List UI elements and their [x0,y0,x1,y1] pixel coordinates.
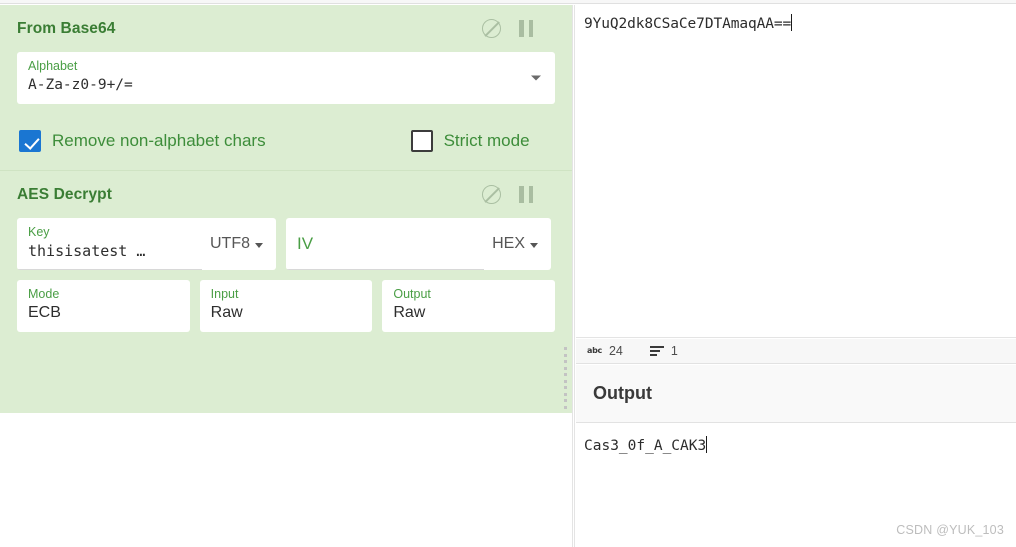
cyberchef-window: From Base64 Alphabet A-Za-z0-9+/= Remove… [0,0,1016,547]
alphabet-value: A-Za-z0-9+/= [28,77,133,93]
remove-non-alphabet-label: Remove non-alphabet chars [52,131,266,150]
iv-field[interactable]: IV HEX [286,218,551,270]
output-textarea[interactable]: Cas3_0f_A_CAK3 [576,424,708,454]
operation-title: From Base64 [17,19,116,37]
input-caret [791,14,793,31]
key-input[interactable]: Key thisisatest … [17,218,202,270]
checkbox-row: Remove non-alphabet chars Strict mode [17,130,555,152]
output-title: Output [593,383,652,403]
pause-icon[interactable] [519,20,533,37]
watermark: CSDN @YUK_103 [896,523,1004,537]
output-header: Output [576,365,1016,423]
alphabet-field[interactable]: Alphabet A-Za-z0-9+/= [17,52,555,104]
mode-field[interactable]: Mode ECB [17,280,190,332]
key-encoding-dropdown[interactable]: UTF8 [202,218,276,270]
recipe-resize-handle[interactable] [564,347,567,409]
input-textarea[interactable]: 9YuQ2dk8CSaCe7DTAmaqAA== [576,5,793,32]
key-label: Key [28,225,50,239]
top-strip [0,0,1016,4]
vertical-splitter[interactable] [572,5,575,547]
remove-non-alphabet-checkbox[interactable]: Remove non-alphabet chars [19,130,266,152]
input-format-value: Raw [210,304,243,321]
mode-label: Mode [28,287,60,301]
operation-aes-decrypt[interactable]: AES Decrypt Key thisisatest … UTF8 IV HE… [0,170,572,350]
checkbox-icon-unchecked[interactable] [410,130,433,152]
mode-input-output-row: Mode ECB Input Raw Output Raw [17,280,556,332]
input-status-bar: abc 24 1 [576,339,1016,364]
pause-icon[interactable] [519,186,533,203]
length-value: 24 [608,344,623,358]
output-caret [706,436,708,453]
lines-value: 1 [670,344,678,358]
chevron-down-icon [255,243,263,248]
input-format-field[interactable]: Input Raw [199,280,373,332]
mode-value: ECB [28,304,61,321]
lines-icon [649,346,664,356]
input-format-label: Input [210,287,239,301]
chevron-down-icon[interactable] [531,75,541,81]
alphabet-label: Alphabet [28,59,78,73]
strict-mode-label: Strict mode [443,131,530,150]
output-format-label: Output [393,287,431,301]
lines-status: 1 [649,344,678,358]
key-field[interactable]: Key thisisatest … UTF8 [17,218,276,270]
chevron-down-icon [530,243,538,248]
operation-controls [482,185,555,204]
operation-from-base64[interactable]: From Base64 Alphabet A-Za-z0-9+/= Remove… [0,5,572,170]
checkbox-icon-checked[interactable] [19,130,41,152]
operation-controls [482,19,555,38]
operation-header: AES Decrypt [17,185,555,204]
output-format-value: Raw [393,304,426,321]
iv-placeholder: IV [297,234,314,253]
recipe-empty-area [0,413,572,547]
operation-title: AES Decrypt [17,185,112,203]
ban-icon[interactable] [482,19,501,38]
recipe-panel: From Base64 Alphabet A-Za-z0-9+/= Remove… [0,5,572,413]
input-panel[interactable]: 9YuQ2dk8CSaCe7DTAmaqAA== [576,5,1016,338]
key-value: thisisatest … [28,242,146,260]
iv-encoding-dropdown[interactable]: HEX [484,218,551,270]
iv-input[interactable]: IV [286,218,485,270]
input-value: 9YuQ2dk8CSaCe7DTAmaqAA== [584,16,792,32]
key-iv-row: Key thisisatest … UTF8 IV HEX [17,218,555,270]
iv-encoding-label: HEX [492,235,525,252]
strict-mode-checkbox[interactable]: Strict mode [410,130,530,152]
length-status: abc 24 [587,344,623,358]
output-format-field[interactable]: Output Raw [382,280,556,332]
output-value: Cas3_0f_A_CAK3 [584,438,707,454]
operation-header: From Base64 [17,19,555,38]
key-encoding-label: UTF8 [210,235,250,252]
ban-icon[interactable] [482,185,501,204]
abc-icon: abc [587,346,602,355]
